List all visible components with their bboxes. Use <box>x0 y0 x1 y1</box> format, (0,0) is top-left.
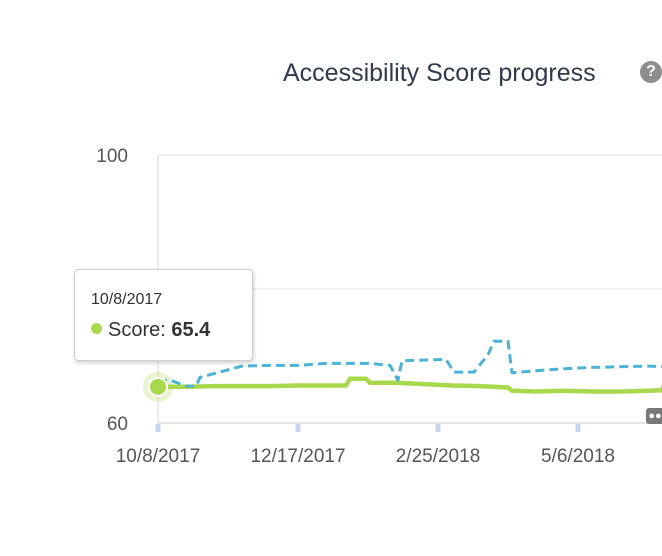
x-tick-mark <box>435 424 441 432</box>
comment-icon[interactable]: ●● <box>646 408 662 424</box>
x-tick-mark <box>575 424 581 432</box>
highlight-point <box>148 376 168 397</box>
tooltip-score-row: Score: 65.4 <box>91 318 236 342</box>
x-tick-label: 12/17/2017 <box>250 446 345 467</box>
x-tick-label: 2/25/2018 <box>396 446 481 467</box>
series-marker-icon <box>91 323 102 334</box>
y-tick-label: 100 <box>96 146 128 167</box>
score-series-line <box>158 376 662 394</box>
tooltip-score-value: 65.4 <box>171 319 211 341</box>
tooltip-series-label: Score: <box>108 319 166 341</box>
x-tick-mark <box>295 424 301 432</box>
tooltip-date: 10/8/2017 <box>91 291 163 308</box>
x-tick-label: 5/6/2018 <box>541 446 615 467</box>
x-tick-label: 10/8/2017 <box>116 446 201 467</box>
y-tick-label: 60 <box>107 414 128 435</box>
chart-tooltip: 10/8/2017 Score: 65.4 <box>74 269 253 361</box>
x-tick-mark <box>155 424 161 432</box>
